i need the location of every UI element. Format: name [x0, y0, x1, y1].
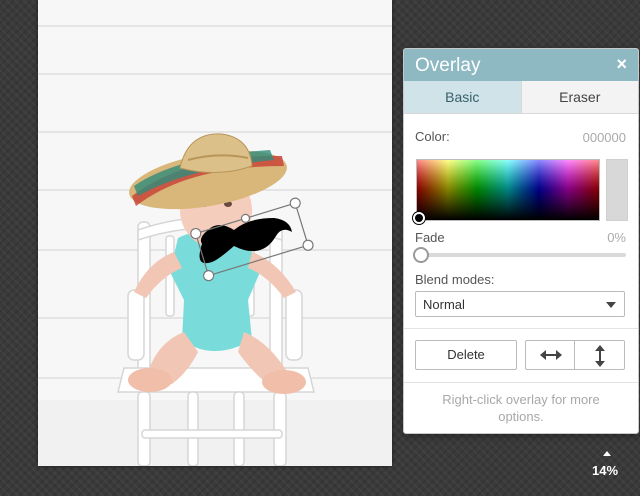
- fade-slider-knob[interactable]: [413, 247, 429, 263]
- flip-vertical-icon: [595, 345, 605, 367]
- tab-basic[interactable]: Basic: [404, 81, 521, 113]
- color-label: Color:: [415, 129, 450, 144]
- tab-bar: Basic Eraser: [404, 81, 638, 114]
- overlay-panel: Overlay × Basic Eraser Color: 000000 Fad…: [403, 48, 639, 434]
- panel-header: Overlay ×: [404, 49, 638, 81]
- flip-vertical-button[interactable]: [575, 340, 625, 370]
- chevron-down-icon: [606, 302, 616, 308]
- delete-button[interactable]: Delete: [415, 340, 517, 370]
- help-text: Right-click overlay for more options.: [442, 392, 600, 424]
- color-picker-handle[interactable]: [413, 212, 425, 224]
- blend-mode-value: Normal: [423, 297, 465, 312]
- fade-value: 0%: [607, 230, 626, 245]
- blend-modes-label: Blend modes:: [415, 272, 495, 287]
- zoom-level[interactable]: 14%: [592, 463, 618, 478]
- flip-horizontal-icon: [540, 350, 562, 360]
- divider: [404, 328, 638, 329]
- flip-horizontal-button[interactable]: [525, 340, 575, 370]
- color-swatch: [606, 159, 628, 221]
- panel-title: Overlay: [415, 55, 481, 76]
- blend-mode-select[interactable]: Normal: [415, 291, 625, 317]
- photo: [38, 0, 392, 466]
- color-gradient-picker[interactable]: [413, 159, 600, 224]
- photo-canvas[interactable]: [38, 0, 392, 466]
- tab-eraser[interactable]: Eraser: [520, 81, 638, 113]
- divider: [404, 382, 638, 383]
- close-icon[interactable]: ×: [616, 54, 627, 75]
- caret-up-icon[interactable]: [603, 451, 611, 456]
- color-hex-value[interactable]: 000000: [583, 130, 626, 145]
- fade-slider[interactable]: [413, 247, 626, 263]
- fade-label: Fade: [415, 230, 445, 245]
